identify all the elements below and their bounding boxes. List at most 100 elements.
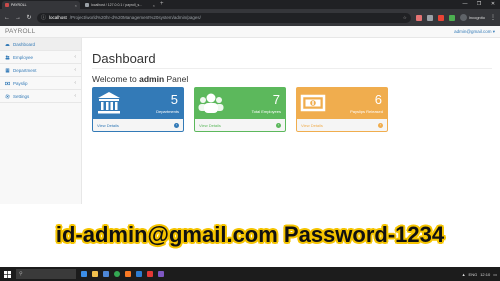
view-details-label: View Details — [199, 122, 221, 128]
notifications-icon[interactable]: ▭ — [493, 272, 497, 277]
chevron-left-icon: ‹ — [74, 67, 76, 73]
sidebar-item-dashboard[interactable]: Dashboard — [0, 38, 81, 51]
welcome-role: admin — [139, 74, 165, 84]
dashboard-icon — [5, 42, 10, 47]
extension-icon[interactable] — [415, 14, 422, 21]
windows-taskbar: ⚲ ▲ ENG 12:10 ▭ — [0, 267, 500, 281]
taskbar-app-xampp[interactable] — [122, 267, 133, 281]
employees-label: Total Employees — [251, 109, 281, 114]
address-bar[interactable]: ⓘ localhost/Project/world%20hr-d%20Manag… — [37, 12, 411, 23]
taskbar-app-store[interactable] — [100, 267, 111, 281]
sidebar: Dashboard Employee ‹ Department ‹ Paysli… — [0, 38, 82, 204]
sidebar-item-label: Dashboard — [13, 41, 36, 47]
sidebar-item-employee[interactable]: Employee ‹ — [0, 51, 81, 64]
store-icon — [102, 271, 109, 277]
app-navbar: PAYROLL admin@gmail.com ▾ — [0, 26, 500, 38]
close-window-button[interactable]: ✕ — [486, 0, 500, 9]
tab-close-icon[interactable]: × — [153, 3, 155, 8]
arrow-right-icon: › — [174, 122, 179, 128]
network-icon[interactable]: ▲ — [462, 272, 466, 277]
payslips-card: 6 Payslips Released View Details › — [296, 87, 388, 132]
extension-icon[interactable] — [426, 14, 433, 21]
window-controls: — ❐ ✕ — [458, 0, 500, 9]
tab-title: PAYROLL — [11, 3, 27, 7]
bank-icon — [96, 90, 122, 116]
extension-icon[interactable] — [448, 14, 455, 21]
chevron-left-icon: ‹ — [74, 54, 76, 60]
departments-label: Departments — [156, 109, 179, 114]
xampp-icon — [124, 271, 131, 277]
clock[interactable]: 12:10 — [480, 272, 490, 277]
view-details-label: View Details — [97, 122, 119, 128]
gear-icon — [5, 93, 10, 99]
employees-count: 7 — [272, 92, 280, 107]
chevron-left-icon: ‹ — [74, 80, 76, 86]
sidebar-item-settings[interactable]: Settings ‹ — [0, 90, 81, 103]
taskbar-app-files[interactable] — [89, 267, 100, 281]
payslips-view-details[interactable]: View Details › — [296, 119, 388, 132]
taskbar-app-edge[interactable] — [78, 267, 89, 281]
arrow-right-icon: › — [378, 122, 383, 128]
chevron-left-icon: ‹ — [74, 93, 76, 99]
sidebar-item-label: Payslip — [13, 80, 28, 86]
users-icon — [198, 90, 224, 116]
sidebar-item-payslip[interactable]: Payslip ‹ — [0, 77, 81, 90]
url-host: localhost — [49, 15, 67, 20]
folder-icon — [91, 271, 98, 277]
browser-tab-strip: PAYROLL × localhost / 127.0.0.1 / payrol… — [0, 0, 500, 9]
employees-view-details[interactable]: View Details › — [194, 119, 286, 132]
back-arrow-icon[interactable]: ← — [4, 15, 10, 21]
employees-card: 7 Total Employees View Details › — [194, 87, 286, 132]
sidebar-item-department[interactable]: Department ‹ — [0, 64, 81, 77]
taskbar-app-editor[interactable] — [133, 267, 144, 281]
windows-start-icon[interactable] — [0, 267, 14, 281]
forward-arrow-icon[interactable]: → — [15, 15, 21, 21]
view-details-label: View Details — [301, 122, 323, 128]
taskbar-app-chrome[interactable] — [111, 267, 122, 281]
search-icon: ⚲ — [19, 271, 23, 277]
tab-favicon-icon — [5, 3, 9, 7]
maximize-button[interactable]: ❐ — [472, 0, 486, 9]
media-icon — [146, 271, 153, 277]
departments-card: 5 Departments View Details › — [92, 87, 184, 132]
payslips-count: 6 — [374, 92, 382, 107]
tab-favicon-icon — [85, 3, 89, 7]
browser-tab-payroll[interactable]: PAYROLL × — [2, 1, 80, 9]
info-icon[interactable]: ⓘ — [41, 14, 46, 21]
system-tray: ▲ ENG 12:10 ▭ — [462, 267, 497, 281]
editor-icon — [135, 271, 142, 277]
money-icon — [5, 81, 10, 86]
sidebar-item-label: Settings — [13, 93, 30, 99]
extension-icon[interactable] — [437, 14, 444, 21]
edge-icon — [80, 271, 87, 277]
app-icon — [157, 271, 164, 277]
app-brand[interactable]: PAYROLL — [5, 28, 35, 35]
sidebar-item-label: Employee — [13, 54, 34, 60]
browser-tab-phpmyadmin[interactable]: localhost / 127.0.0.1 / payroll_s... × — [82, 1, 158, 9]
tab-close-icon[interactable]: × — [75, 3, 77, 8]
reload-icon[interactable]: ↻ — [26, 14, 32, 21]
sidebar-item-label: Department — [13, 67, 37, 73]
language-indicator[interactable]: ENG — [469, 272, 478, 277]
taskbar-app-other[interactable] — [155, 267, 166, 281]
welcome-prefix: Welcome to — [92, 74, 137, 84]
bookmark-star-icon[interactable]: ☆ — [403, 15, 407, 21]
tab-title: localhost / 127.0.0.1 / payroll_s... — [91, 3, 143, 7]
card-header: 7 Total Employees — [194, 87, 286, 119]
url-path: /Project/world%20hr-d%20Management%20sys… — [69, 15, 201, 20]
taskbar-search[interactable]: ⚲ — [16, 269, 76, 279]
user-menu[interactable]: admin@gmail.com ▾ — [454, 29, 495, 35]
browser-toolbar: ← → ↻ ⓘ localhost/Project/world%20hr-d%2… — [0, 9, 500, 26]
welcome-suffix: Panel — [166, 74, 189, 84]
new-tab-button[interactable]: + — [160, 1, 164, 8]
minimize-button[interactable]: — — [458, 0, 472, 9]
card-header: 5 Departments — [92, 87, 184, 119]
arrow-right-icon: › — [276, 122, 281, 128]
welcome-heading: Welcome to admin Panel — [92, 74, 188, 84]
incognito-label: Incognito — [468, 15, 485, 20]
incognito-profile[interactable]: Incognito — [459, 14, 485, 21]
menu-kebab-icon[interactable]: ⋮ — [490, 14, 496, 21]
departments-view-details[interactable]: View Details › — [92, 119, 184, 132]
chrome-icon — [113, 271, 120, 277]
taskbar-app-media[interactable] — [144, 267, 155, 281]
